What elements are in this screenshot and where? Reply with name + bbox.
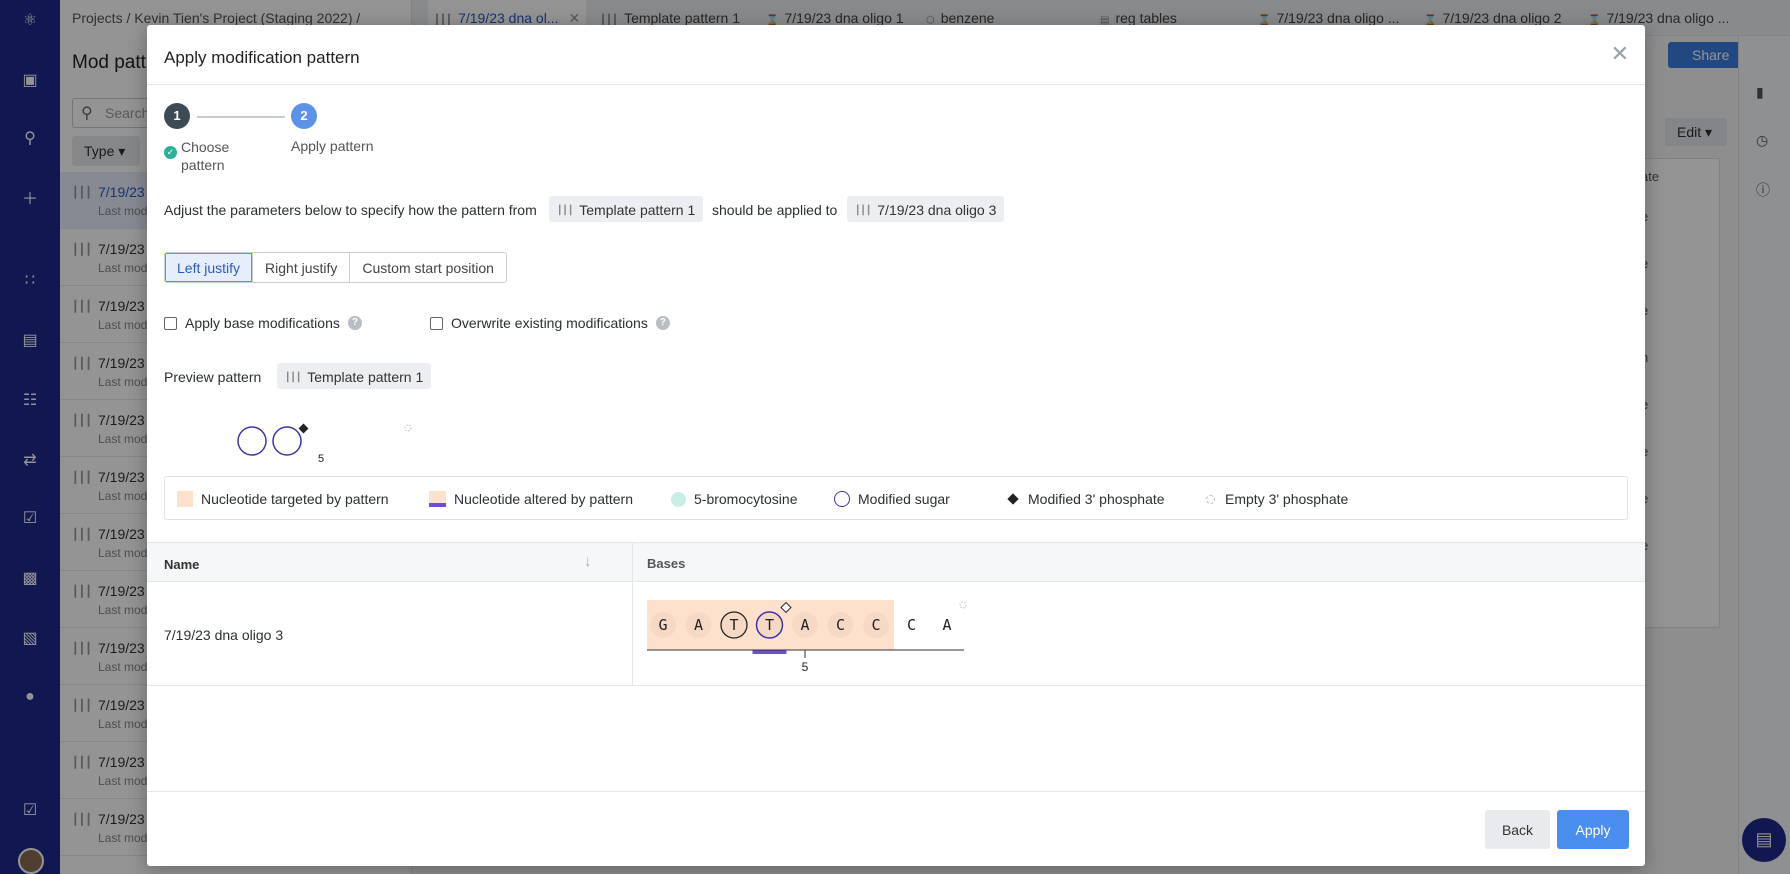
legend-item-modified-sugar: Modified sugar xyxy=(834,491,950,507)
legend-label: Modified sugar xyxy=(858,491,950,507)
base-letter: C xyxy=(907,616,916,634)
legend-label: Nucleotide altered by pattern xyxy=(454,491,633,507)
preview-chip-label: Template pattern 1 xyxy=(307,369,424,385)
base-letter: T xyxy=(729,616,738,634)
target-chip[interactable]: ┃┃┃ 7/19/23 dna oligo 3 xyxy=(847,196,1005,222)
step-1-label[interactable]: Choose pattern xyxy=(181,138,261,174)
preview-pattern-label: Preview pattern xyxy=(164,369,262,385)
target-chip-label: 7/19/23 dna oligo 3 xyxy=(877,202,997,218)
column-divider xyxy=(632,582,633,686)
apply-base-modifications-checkbox[interactable] xyxy=(164,316,177,330)
legend-item-altered: Nucleotide altered by pattern xyxy=(429,491,633,507)
modified-sugar-mark xyxy=(237,426,267,456)
step-2-indicator: 2 xyxy=(291,103,317,129)
altered-marker xyxy=(752,650,787,654)
base-letter: C xyxy=(871,616,880,634)
legend-item-bromocytosine: 5-bromocytosine xyxy=(671,491,798,507)
sequence-icon: ┃┃┃ xyxy=(855,205,872,215)
base-letter: T xyxy=(765,616,774,634)
legend: Nucleotide targeted by pattern Nucleotid… xyxy=(164,476,1628,520)
overwrite-existing-modifications-option: Overwrite existing modifications ? xyxy=(430,315,670,331)
base-letter: A xyxy=(800,616,809,634)
back-button[interactable]: Back xyxy=(1485,810,1550,849)
sort-arrow-icon[interactable]: ↓ xyxy=(584,553,592,570)
column-header-bases: Bases xyxy=(647,556,686,571)
step-1-indicator: 1 xyxy=(164,103,190,129)
empty-phosphate-mark xyxy=(404,424,412,432)
preview-tick-label: 5 xyxy=(318,453,325,465)
dialog-header: Apply modification pattern ✕ xyxy=(147,25,1645,85)
apply-base-modifications-label[interactable]: Apply base modifications xyxy=(185,315,340,331)
left-justify-button[interactable]: Left justify xyxy=(165,253,254,282)
modified-phosphate-mark xyxy=(298,423,309,434)
legend-item-modified-phosphate: Modified 3' phosphate xyxy=(1006,491,1165,507)
table-row: 7/19/23 dna oligo 3 5 G A T T A C C C A xyxy=(147,582,1645,686)
base-letter: C xyxy=(836,616,845,634)
instruction-middle: should be applied to xyxy=(712,202,838,218)
preview-pattern-chip[interactable]: ┃┃┃ Template pattern 1 xyxy=(277,363,432,389)
sequence-icon: ┃┃┃ xyxy=(557,205,574,215)
targeted-swatch xyxy=(177,491,193,507)
pattern-chip[interactable]: ┃┃┃ Template pattern 1 xyxy=(549,196,704,222)
table-header: Name ↓ Bases xyxy=(147,542,1645,583)
modified-sugar-mark xyxy=(272,426,302,456)
apply-base-modifications-option: Apply base modifications ? xyxy=(164,315,362,331)
altered-swatch xyxy=(429,491,446,507)
right-justify-button[interactable]: Right justify xyxy=(253,253,351,282)
dialog-title: Apply modification pattern xyxy=(164,48,360,67)
sequence-tick-label: 5 xyxy=(802,660,809,674)
legend-item-empty-phosphate: Empty 3' phosphate xyxy=(1206,491,1348,507)
help-icon[interactable]: ? xyxy=(347,316,362,330)
apply-button[interactable]: Apply xyxy=(1557,810,1629,849)
dialog-footer: Back Apply xyxy=(147,791,1645,866)
preview-pattern-graphic xyxy=(237,423,412,456)
help-icon[interactable]: ? xyxy=(655,316,670,330)
legend-label: 5-bromocytosine xyxy=(694,491,798,507)
instruction-prefix: Adjust the parameters below to specify h… xyxy=(164,202,537,218)
check-icon: ✓ xyxy=(164,146,177,159)
close-icon[interactable]: ✕ xyxy=(1611,41,1629,67)
legend-item-targeted: Nucleotide targeted by pattern xyxy=(177,491,389,507)
bromocytosine-swatch xyxy=(671,491,686,507)
apply-modification-pattern-dialog: Apply modification pattern ✕ 1 2 ✓ Choos… xyxy=(147,25,1645,866)
justify-segmented-control: Left justify Right justify Custom start … xyxy=(164,252,507,283)
legend-label: Nucleotide targeted by pattern xyxy=(201,491,389,507)
overwrite-existing-modifications-checkbox[interactable] xyxy=(430,316,443,330)
overwrite-existing-modifications-label[interactable]: Overwrite existing modifications xyxy=(451,315,648,331)
sequence-icon: ┃┃┃ xyxy=(285,372,302,382)
legend-label: Modified 3' phosphate xyxy=(1028,491,1165,507)
empty-phosphate-mark xyxy=(959,601,967,609)
base-letter: A xyxy=(942,616,951,634)
modified-sugar-swatch xyxy=(834,491,850,507)
column-header-name[interactable]: Name xyxy=(164,557,199,572)
legend-label: Empty 3' phosphate xyxy=(1225,491,1349,507)
row-name: 7/19/23 dna oligo 3 xyxy=(164,627,284,643)
custom-start-position-button[interactable]: Custom start position xyxy=(350,253,506,282)
empty-phosphate-swatch xyxy=(1206,494,1215,504)
step-2-label: Apply pattern xyxy=(291,138,374,154)
column-divider[interactable] xyxy=(632,543,633,583)
modified-phosphate-swatch xyxy=(1007,493,1019,505)
pattern-chip-label: Template pattern 1 xyxy=(579,202,696,218)
base-letter: A xyxy=(694,616,703,634)
bases-sequence-graphic: 5 G A T T A C C C A xyxy=(647,600,967,674)
stepper-connector xyxy=(197,116,285,118)
base-letter: G xyxy=(658,616,667,634)
